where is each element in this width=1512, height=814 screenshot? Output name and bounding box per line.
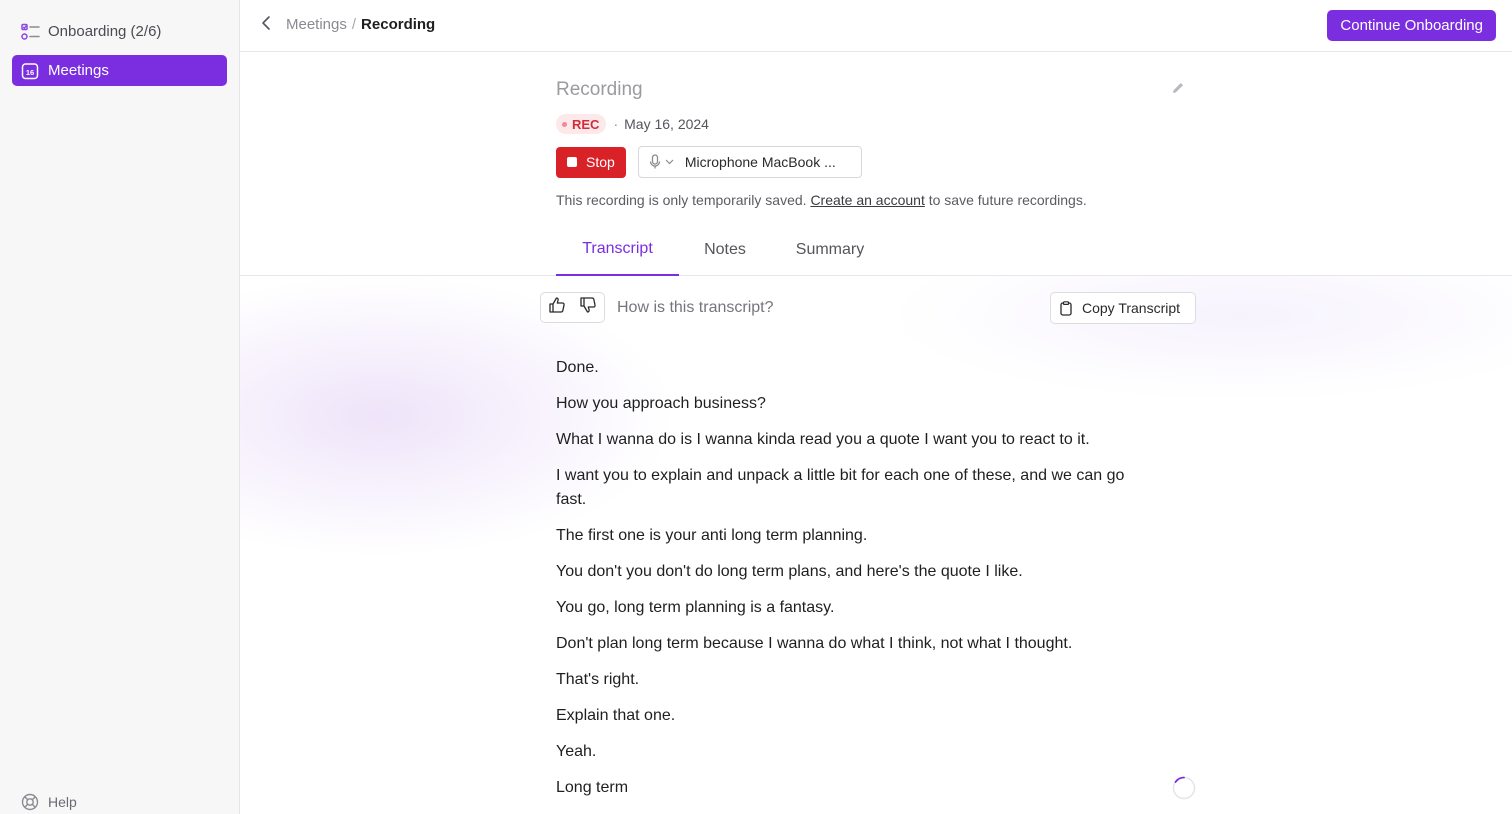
microphone-select-value: Microphone MacBook ... xyxy=(684,154,836,170)
chevron-down-icon xyxy=(665,157,675,167)
thumbs-up-icon xyxy=(548,296,566,319)
transcript-panel: How is this transcript? Copy Transcript … xyxy=(240,276,1512,814)
edit-title-button[interactable] xyxy=(1168,80,1188,100)
calendar-icon: 16 xyxy=(20,61,40,81)
calendar-icon-number: 16 xyxy=(26,68,34,77)
breadcrumb-current: Recording xyxy=(361,16,436,33)
tab-notes[interactable]: Notes xyxy=(679,224,771,276)
help-label: Help xyxy=(48,794,77,810)
microphone-icon xyxy=(649,154,663,170)
stop-icon xyxy=(567,157,577,167)
sidebar-item-onboarding[interactable]: Onboarding (2/6) xyxy=(12,16,227,47)
transcript-line: Done. xyxy=(556,359,599,376)
transcript-line: Long term xyxy=(556,779,629,796)
notice-text: This recording is only temporarily saved… xyxy=(556,192,807,208)
transcript-line: I want you to explain and unpack a littl… xyxy=(556,467,1125,508)
recording-header: REC · May 16, 2024 Stop Microphone MacBo… xyxy=(240,52,1512,276)
top-bar: Meetings / Recording Continue Onboarding xyxy=(240,0,1512,52)
sidebar-item-meetings-label: Meetings xyxy=(48,62,109,79)
transcript-line: Yeah. xyxy=(556,743,597,760)
thumbs-down-icon xyxy=(579,296,597,319)
breadcrumb-separator: / xyxy=(351,16,357,33)
stop-label: Stop xyxy=(586,154,615,170)
transcript-line: How you approach business? xyxy=(556,395,766,412)
feedback-buttons xyxy=(540,292,605,323)
microphone-select[interactable]: Microphone MacBook ... xyxy=(637,146,862,178)
breadcrumb: Meetings / Recording xyxy=(286,16,435,33)
transcript-text: Done. How you approach business? What I … xyxy=(556,356,1156,812)
copy-transcript-label: Copy Transcript xyxy=(1082,300,1181,316)
stop-recording-button[interactable]: Stop xyxy=(556,146,626,178)
lifebuoy-icon xyxy=(20,792,40,812)
recording-tabs: Transcript Notes Summary xyxy=(556,224,889,276)
spinner-icon xyxy=(1172,776,1196,800)
create-account-link[interactable]: Create an account xyxy=(810,192,924,208)
recording-title-input[interactable] xyxy=(556,79,1156,101)
transcript-line: You don't you don't do long term plans, … xyxy=(556,563,1023,580)
recording-date: May 16, 2024 xyxy=(624,116,709,132)
transcript-line: You go, long term planning is a fantasy. xyxy=(556,599,835,616)
continue-onboarding-button[interactable]: Continue Onboarding xyxy=(1327,10,1496,41)
checklist-icon xyxy=(20,22,40,42)
sidebar-item-onboarding-label: Onboarding (2/6) xyxy=(48,23,162,40)
tab-summary[interactable]: Summary xyxy=(771,224,889,276)
transcript-line: That's right. xyxy=(556,671,640,688)
meta-separator: · xyxy=(613,116,619,132)
transcript-line: The first one is your anti long term pla… xyxy=(556,527,868,544)
thumbs-up-button[interactable] xyxy=(541,293,573,322)
transcript-line: Explain that one. xyxy=(556,707,676,724)
breadcrumb-meetings-link[interactable]: Meetings xyxy=(286,16,347,33)
rec-status-badge: REC xyxy=(556,114,607,134)
recording-meta: REC · May 16, 2024 xyxy=(556,114,709,134)
pencil-icon xyxy=(1170,80,1186,101)
rec-dot-icon xyxy=(562,121,567,127)
recording-controls: Stop Microphone MacBook ... xyxy=(556,146,862,178)
chevron-left-icon xyxy=(261,15,271,36)
sidebar-item-meetings[interactable]: 16 Meetings xyxy=(12,55,227,86)
back-button[interactable] xyxy=(256,14,276,36)
copy-transcript-button[interactable]: Copy Transcript xyxy=(1050,292,1196,324)
notice-text-after: to save future recordings. xyxy=(928,192,1087,208)
transcript-line: Don't plan long term because I wanna do … xyxy=(556,635,1073,652)
transcript-line: What I wanna do is I wanna kinda read yo… xyxy=(556,431,1090,448)
feedback-question: How is this transcript? xyxy=(617,299,774,316)
sidebar: Onboarding (2/6) 16 Meetings Help xyxy=(0,0,240,814)
tab-transcript[interactable]: Transcript xyxy=(556,224,679,276)
rec-badge-label: REC xyxy=(572,116,600,132)
help-link[interactable]: Help xyxy=(12,790,132,814)
thumbs-down-button[interactable] xyxy=(573,293,605,322)
clipboard-icon xyxy=(1060,300,1074,316)
temporary-save-notice: This recording is only temporarily saved… xyxy=(556,192,1087,208)
